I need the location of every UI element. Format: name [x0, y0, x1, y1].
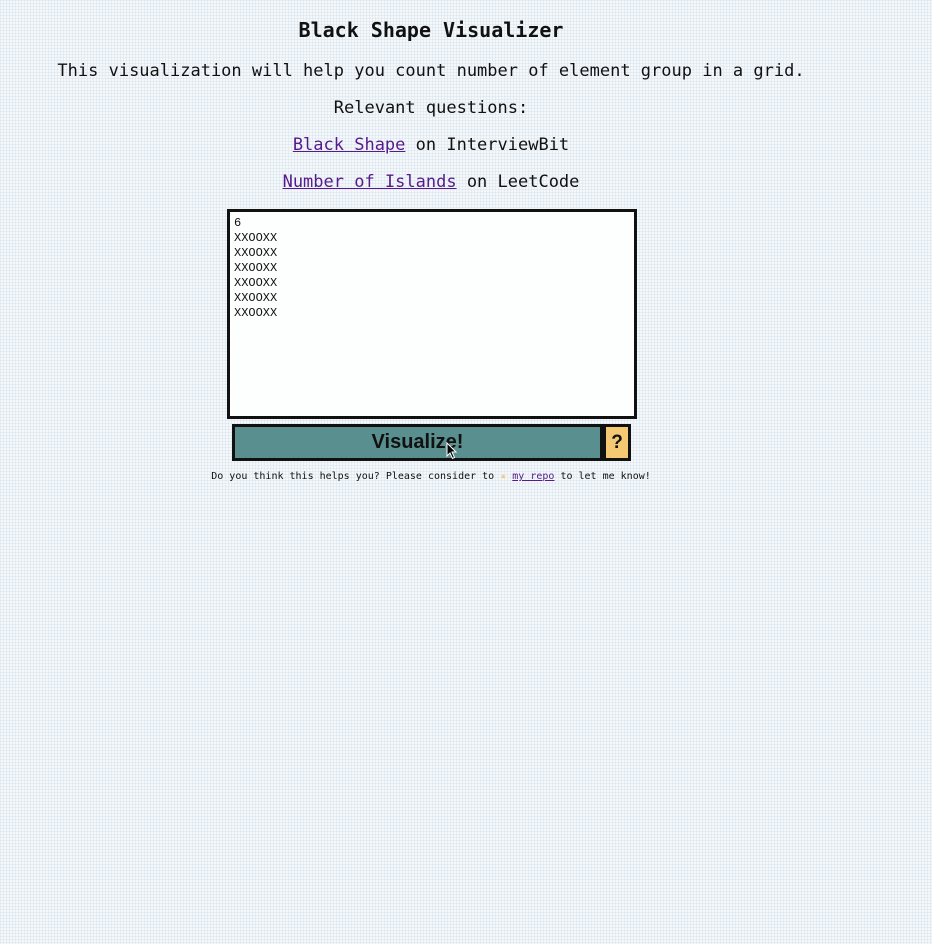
intro-text: This visualization will help you count n…: [57, 61, 805, 81]
repo-link[interactable]: my repo: [512, 471, 554, 482]
question-item-number-of-islands: Number of Islands on LeetCode: [0, 172, 862, 192]
question-source-text: on LeetCode: [456, 172, 580, 192]
question-source-text: on InterviewBit: [405, 135, 570, 155]
visualize-button[interactable]: Visualize!: [232, 424, 603, 461]
black-shape-link[interactable]: Black Shape: [293, 135, 406, 155]
footer-text: Do you think this helps you? Please cons…: [0, 471, 862, 482]
relevant-questions-heading: Relevant questions:: [333, 98, 529, 118]
help-button[interactable]: ?: [603, 424, 631, 461]
question-item-black-shape: Black Shape on InterviewBit: [0, 135, 862, 155]
grid-input[interactable]: 6 XXOOXX XXOOXX XXOOXX XXOOXX XXOOXX XXO…: [227, 209, 637, 419]
page-title: Black Shape Visualizer: [298, 18, 564, 42]
mouse-pointer-icon: [446, 442, 458, 460]
footer-suffix: to let me know!: [554, 471, 651, 482]
footer-prefix: Do you think this helps you? Please cons…: [211, 471, 501, 482]
number-of-islands-link[interactable]: Number of Islands: [283, 172, 457, 192]
star-icon: ★: [500, 471, 507, 482]
